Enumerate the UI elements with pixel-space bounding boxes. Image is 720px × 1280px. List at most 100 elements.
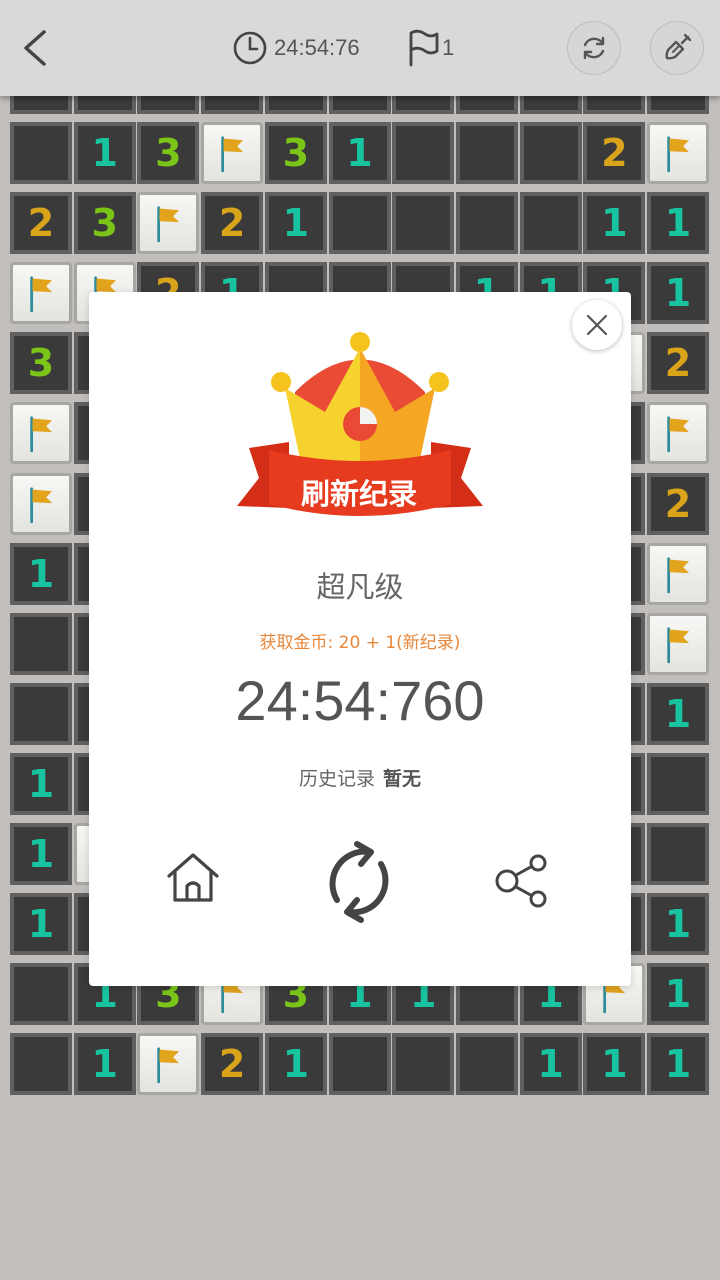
cell-number: 3 (282, 131, 310, 175)
shovel-icon (665, 33, 692, 60)
cell-number: 1 (664, 902, 692, 947)
number-cell[interactable]: 2 (201, 192, 264, 255)
shovel-button[interactable] (650, 21, 704, 75)
empty-cell[interactable] (10, 1033, 72, 1096)
number-cell[interactable]: 2 (583, 122, 646, 184)
refresh-icon (583, 36, 605, 60)
number-cell[interactable]: 1 (647, 893, 709, 956)
empty-cell[interactable] (328, 1033, 391, 1096)
cell-number: 1 (282, 201, 310, 246)
number-cell[interactable]: 1 (519, 1033, 582, 1096)
flag-outline-icon (409, 29, 439, 67)
clock-icon (233, 31, 267, 65)
flag-icon (24, 413, 58, 453)
flagged-cell[interactable] (201, 122, 264, 184)
empty-cell[interactable] (455, 1033, 518, 1096)
flagged-cell[interactable] (137, 192, 200, 255)
history-value: 暂无 (383, 768, 422, 790)
number-cell[interactable]: 1 (328, 122, 391, 184)
timer-text: 24:54:76 (274, 35, 360, 60)
number-cell[interactable]: 3 (73, 192, 136, 255)
number-cell[interactable]: 1 (647, 262, 709, 325)
number-cell[interactable]: 1 (583, 1033, 646, 1096)
number-cell[interactable]: 3 (10, 332, 72, 395)
cell-number: 1 (27, 902, 55, 947)
cell-number: 1 (27, 832, 55, 876)
back-button[interactable] (16, 26, 56, 70)
empty-cell[interactable] (10, 612, 72, 675)
flagged-cell[interactable] (647, 542, 709, 605)
flagged-cell[interactable] (10, 262, 72, 325)
share-button[interactable] (493, 852, 551, 910)
flag-icon (661, 133, 695, 173)
cell-number: 1 (601, 201, 628, 246)
number-cell[interactable]: 2 (10, 192, 72, 255)
home-button[interactable] (163, 848, 223, 908)
number-cell[interactable]: 3 (137, 122, 200, 184)
number-cell[interactable]: 1 (264, 1033, 327, 1096)
number-cell[interactable]: 1 (647, 192, 709, 255)
empty-cell[interactable] (10, 122, 72, 184)
number-cell[interactable]: 1 (73, 122, 136, 184)
empty-cell[interactable] (328, 192, 391, 255)
flagged-cell[interactable] (647, 612, 709, 675)
number-cell[interactable]: 2 (647, 332, 709, 395)
close-button[interactable] (572, 300, 622, 350)
empty-cell[interactable] (455, 122, 518, 184)
empty-cell[interactable] (455, 192, 518, 255)
cell-number: 2 (664, 341, 692, 386)
cell-number: 3 (27, 341, 55, 386)
flagged-cell[interactable] (10, 472, 72, 535)
empty-cell[interactable] (519, 122, 582, 184)
number-cell[interactable]: 1 (583, 192, 646, 255)
flagged-cell[interactable] (10, 402, 72, 465)
replay-button[interactable] (317, 840, 401, 924)
empty-cell[interactable] (10, 682, 72, 745)
number-cell[interactable]: 1 (264, 192, 327, 255)
flagged-cell[interactable] (647, 402, 709, 465)
number-cell[interactable]: 1 (10, 752, 72, 815)
flagged-cell[interactable] (647, 122, 709, 184)
empty-cell[interactable] (647, 823, 709, 885)
cell-number: 2 (218, 1042, 246, 1087)
cell-number: 1 (664, 271, 692, 316)
number-cell[interactable]: 1 (10, 542, 72, 605)
number-cell[interactable]: 1 (10, 823, 72, 885)
empty-cell[interactable] (392, 122, 455, 184)
number-cell[interactable]: 1 (73, 1033, 136, 1096)
cell-number: 1 (537, 1042, 564, 1087)
empty-cell[interactable] (10, 963, 72, 1026)
number-cell[interactable]: 1 (10, 893, 72, 956)
difficulty-level: 超凡级 (316, 570, 404, 604)
top-bar: 24:54:76 1 (0, 0, 720, 96)
number-cell[interactable]: 1 (647, 1033, 709, 1096)
cell-number: 1 (27, 761, 55, 806)
flag-icon (661, 554, 695, 594)
restart-button[interactable] (567, 21, 621, 75)
flagged-cell[interactable] (137, 1033, 200, 1096)
flag-icon (151, 203, 185, 243)
number-cell[interactable]: 1 (647, 682, 709, 745)
flag-icon (151, 1044, 185, 1084)
number-cell[interactable]: 2 (647, 472, 709, 535)
cell-number: 1 (664, 1042, 692, 1087)
new-record-banner: 刷新纪录 (300, 477, 417, 511)
cell-number: 1 (664, 201, 692, 246)
home-icon (167, 853, 219, 902)
number-cell[interactable]: 3 (264, 122, 327, 184)
number-cell[interactable]: 1 (647, 963, 709, 1026)
flag-icon (24, 273, 58, 313)
cell-number: 2 (218, 201, 246, 246)
final-time: 24:54:760 (235, 669, 485, 732)
empty-cell[interactable] (392, 192, 455, 255)
number-cell[interactable]: 2 (201, 1033, 264, 1096)
result-dialog: 刷新纪录 超凡级 获取金币: 20 + 1(新纪录) 24:54:760 历史记… (89, 292, 631, 986)
history-label: 历史记录 (298, 768, 375, 790)
flag-counter: 1 (406, 28, 454, 68)
empty-cell[interactable] (519, 192, 582, 255)
cell-number: 1 (346, 131, 373, 175)
replay-icon (329, 841, 389, 923)
empty-cell[interactable] (647, 752, 709, 815)
cell-number: 1 (282, 1042, 310, 1087)
empty-cell[interactable] (392, 1033, 455, 1096)
